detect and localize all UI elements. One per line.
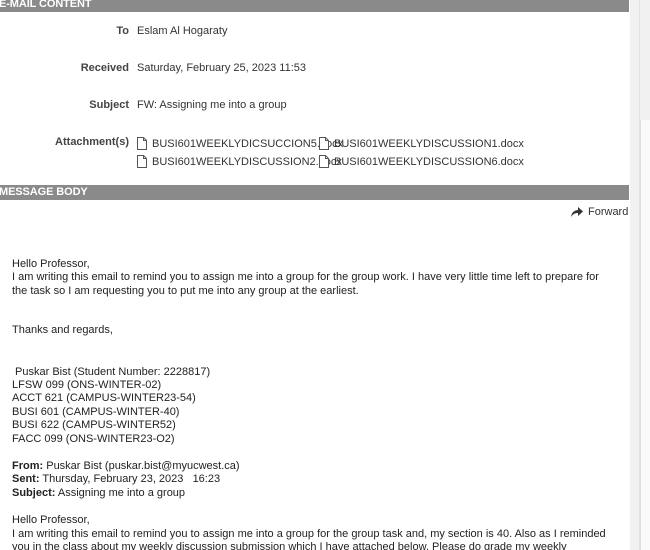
forwarded-paragraph: I am writing this email to remind you to… — [12, 527, 606, 550]
scrollbar-thumb[interactable] — [640, 120, 650, 550]
signature-line: BUSI 601 (CAMPUS-WINTER-40) — [12, 405, 180, 418]
forward-label: Forward — [588, 206, 629, 218]
attachment-name: BUSI601WEEKLYDISCUSSION6.docx — [334, 155, 524, 168]
email-content-area: E-MAIL CONTENT To Eslam Al Hogaraty Rece… — [0, 0, 630, 550]
subject-label: Subject — [89, 99, 129, 111]
attachment-link[interactable]: BUSI601WEEKLYDISCUSSION6.docx — [319, 155, 524, 168]
message-body-header: MESSAGE BODY — [0, 185, 629, 200]
document-icon — [137, 137, 147, 150]
attachment-link[interactable]: BUSI601WEEKLYDISCUSSION1.docx — [319, 137, 524, 150]
email-content-header: E-MAIL CONTENT — [0, 0, 629, 12]
to-label: To — [116, 25, 129, 37]
attachment-link[interactable]: BUSI601WEEKLYDISCUSSION2.docx — [137, 155, 342, 168]
received-value: Saturday, February 25, 2023 11:53 — [137, 62, 306, 74]
forward-button[interactable]: Forward — [571, 206, 628, 218]
signature-line: LFSW 099 (ONS-WINTER-02) — [12, 379, 162, 392]
message-body: Hello Professor, I am writing this email… — [12, 258, 617, 550]
forwarded-from-label: From: — [12, 460, 44, 473]
forwarded-sent: Sent: Thursday, February 23, 2023 16:23 — [12, 473, 617, 486]
forwarded-from-value: Puskar Bist (puskar.bist@myucwest.ca) — [43, 460, 240, 473]
received-label: Received — [80, 62, 129, 74]
signature-line: Puskar Bist (Student Number: 2228817) — [12, 365, 211, 378]
document-icon — [319, 137, 329, 150]
attachments-label: Attachment(s) — [55, 136, 129, 148]
signature-line: BUSI 622 (CAMPUS-WINTER52) — [12, 419, 176, 432]
attachment-name: BUSI601WEEKLYDISCUSSION2.docx — [152, 155, 342, 168]
forwarded-from: From: Puskar Bist (puskar.bist@myucwest.… — [12, 460, 617, 473]
signature-line: FACC 099 (ONS-WINTER23-O2) — [12, 432, 175, 445]
vertical-scrollbar[interactable] — [630, 0, 650, 550]
email-viewer: E-MAIL CONTENT To Eslam Al Hogaraty Rece… — [0, 0, 650, 550]
forwarded-greeting: Hello Professor, — [12, 514, 90, 527]
greeting: Hello Professor, — [12, 258, 90, 270]
closing: Thanks and regards, — [12, 324, 113, 337]
to-value: Eslam Al Hogaraty — [137, 25, 228, 37]
forwarded-subject: Subject: Assigning me into a group — [12, 487, 617, 500]
document-icon — [137, 155, 147, 168]
forwarded-sent-label: Sent: — [12, 473, 40, 486]
attachment-name: BUSI601WEEKLYDICSUCCION5.docx — [152, 137, 344, 150]
attachment-link[interactable]: BUSI601WEEKLYDICSUCCION5.docx — [137, 137, 343, 150]
forwarded-subject-label: Subject: — [12, 486, 56, 499]
forwarded-sent-value: Thursday, February 23, 2023 16:23 — [39, 473, 221, 486]
paragraph-1: I am writing this email to remind you to… — [12, 271, 599, 297]
subject-value: FW: Assigning me into a group — [137, 99, 287, 111]
forward-arrow-icon — [571, 207, 583, 217]
attachment-name: BUSI601WEEKLYDISCUSSION1.docx — [334, 137, 524, 150]
signature-line: ACCT 621 (CAMPUS-WINTER23-54) — [12, 392, 196, 405]
document-icon — [319, 155, 329, 168]
forwarded-subject-value: Assigning me into a group — [55, 486, 186, 499]
